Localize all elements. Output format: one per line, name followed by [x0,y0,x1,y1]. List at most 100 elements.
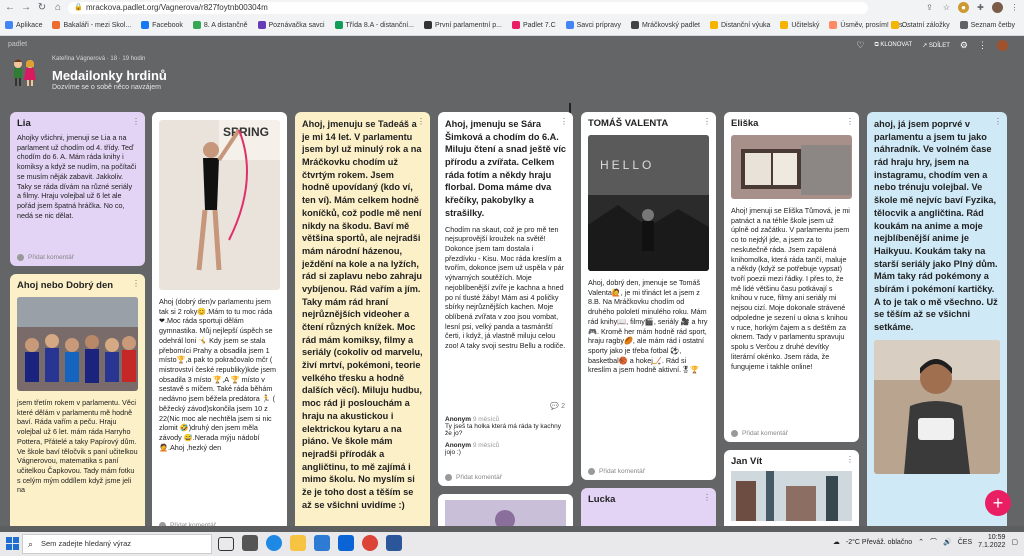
taskbar-search[interactable]: ⌕ Sem zadejte hledaný výraz [22,534,212,554]
post-menu-icon[interactable]: ⋮ [846,117,854,126]
back-icon[interactable]: ← [4,2,16,14]
task-view-icon[interactable] [218,537,234,551]
comment: Anonym 9 měsíců jojo :) [445,442,566,456]
calculator-icon[interactable] [242,535,258,551]
clock[interactable]: 10:59 7.1.2022 [978,534,1005,551]
user-avatar[interactable] [997,40,1008,51]
extension-icon[interactable]: ● [958,2,969,13]
bookmark-other[interactable]: Ostatní záložky [886,21,955,29]
post-partial[interactable] [438,494,573,526]
bookmark-item[interactable]: Facebook [136,21,188,29]
add-comment[interactable]: Přidat komentář [731,430,788,437]
padlet-logo[interactable]: padlet [8,41,27,48]
add-comment[interactable]: Přidat komentář [588,468,645,475]
post-body: Ahoj, jmenuju se Tadeáš a je mi 14 let. … [302,119,423,510]
padlet-icon [424,21,433,29]
puzzle-icon[interactable]: ✚ [975,2,986,13]
post-sara[interactable]: ⋮ Ahoj, jmenuju se Sára Šimková a chodím… [438,112,573,486]
menu-icon[interactable]: ⋮ [1009,2,1020,13]
chevron-up-icon[interactable]: ⌃ [918,538,924,546]
bookmark-item[interactable]: První parlamentní p... [419,21,507,29]
notification-icon[interactable]: ▢ [1011,538,1018,546]
address-bar[interactable]: 🔒 mrackova.padlet.org/Vagnerova/r827foyt… [68,2,868,14]
edge-icon[interactable] [266,535,282,551]
post-title: Lia [17,118,31,129]
post-menu-icon[interactable]: ⋮ [560,117,568,126]
chrome-icon[interactable] [362,535,378,551]
comment-count[interactable]: 💬 2 [550,402,565,410]
post-menu-icon[interactable]: ⋮ [846,455,854,464]
word-icon[interactable] [386,535,402,551]
page-subtitle: Dozvíme se o sobě něco navzájem [52,84,161,91]
comment-text: Ty jseš ta holka která má ráda ty kachny… [445,423,561,437]
reload-icon[interactable]: ↻ [36,2,48,14]
share-button[interactable]: ↗ SDÍLET [922,42,950,49]
bookmark-item[interactable]: Třída 8.A - distanční... [330,21,419,29]
bookmark-item[interactable]: Savci prípravy [561,21,626,29]
url-text: mrackova.padlet.org/Vagnerova/r827foytnb… [86,3,268,12]
windows-start-icon[interactable] [6,537,19,550]
mail-icon[interactable] [338,535,354,551]
post-gymnast[interactable]: SPRING Ahoj (dobrý den)v parlamentu jsem… [152,112,287,526]
volume-icon[interactable]: 🔊 [943,538,952,546]
bookmark-item[interactable]: Distanční výuka [705,21,775,29]
clone-button[interactable]: ⧉ KLONOVAT [874,42,912,49]
explorer-icon[interactable] [290,535,306,551]
comment-author: Anonym [445,416,471,423]
bookmark-item[interactable]: Padlet 7.C [507,21,561,29]
kids-icon [14,59,36,86]
system-tray: ☁ -2°C Převáž. oblačno ⌃ ⌒ 🔊 ČES 10:59 7… [833,534,1018,551]
bookmark-item[interactable]: Aplikace [0,21,47,29]
forms-icon [257,21,266,29]
post-lucka[interactable]: ⋮ Lucka [581,488,716,526]
clock-time: 10:59 [987,534,1006,541]
post-tadeas[interactable]: ⋮ Ahoj, jmenuju se Tadeáš a je mi 14 let… [295,112,430,526]
add-comment[interactable]: Přidat komentář [445,474,502,481]
settings-icon[interactable]: ⚙ [960,40,968,51]
more-icon[interactable]: ⋮ [978,40,987,51]
network-icon[interactable]: ⌒ [930,537,937,547]
bookmark-item[interactable]: Mráčkovský padlet [626,21,705,29]
post-tomas[interactable]: ⋮ TOMÁŠ VALENTA HELLO Ahoj, dobrý den, j… [581,112,716,480]
post-menu-icon[interactable]: ⋮ [417,117,425,126]
post-menu-icon[interactable]: ⋮ [132,117,140,126]
facebook-icon [141,21,150,29]
post-menu-icon[interactable]: ⋮ [703,117,711,126]
home-icon[interactable]: ⌂ [52,2,64,14]
store-icon[interactable] [314,535,330,551]
bookmark-item[interactable]: Bakaláři - mezi Skol... [47,21,136,29]
bakalari-icon [52,21,61,29]
heart-icon[interactable]: ♡ [856,40,864,51]
post-lia[interactable]: ⋮ Lia Ahojky všichni, jmenuji se Lia a n… [10,112,145,266]
language-icon[interactable]: ČES [958,539,972,546]
taskbar: ⌕ Sem zadejte hledaný výraz ☁ -2°C Převá… [0,532,1024,556]
add-comment[interactable]: Přidat komentář [159,522,216,526]
bookmark-item[interactable]: Učitelský [775,21,824,29]
padlet-page: padlet Kateřina Vágnerová · 18 · 19 hodi… [0,36,1024,526]
bookmarks-bar: Aplikace Bakaláři - mezi Skol... Faceboo… [0,17,1024,33]
folder-icon [780,21,789,29]
forward-icon[interactable]: → [20,2,32,14]
post-title: Ahoj nebo Dobrý den [17,280,114,291]
bookmark-reading[interactable]: Seznam četby [955,21,1020,29]
team-photo [17,297,138,391]
post-last[interactable]: ⋮ ahoj, já jsem poprvé v parlamentu a js… [867,112,1007,526]
profile-avatar[interactable] [992,2,1003,13]
weather-text[interactable]: -2°C Převáž. oblačno [846,539,912,546]
comment: Anonym 9 měsíců Ty jseš ta holka která m… [445,416,566,437]
post-eliska[interactable]: ⋮ Eliška Ahoj! jmenuji se Eliška Tůmová,… [724,112,859,442]
plus-icon: + [992,493,1004,513]
post-menu-icon[interactable]: ⋮ [994,117,1002,126]
post-title: Eliška [731,118,759,129]
star-icon[interactable]: ☆ [941,2,952,13]
add-post-button[interactable]: + [985,490,1011,516]
add-comment[interactable]: Přidat komentář [17,254,74,261]
bookmark-item[interactable]: 8. A distančně [188,21,253,29]
post-ahoj[interactable]: ⋮ Ahoj nebo Dobrý den jsem třetím rokem … [10,274,145,526]
jan-photo [731,471,852,521]
post-menu-icon[interactable]: ⋮ [132,279,140,288]
share-icon[interactable]: ⇪ [924,2,935,13]
post-jan[interactable]: ⋮ Jan Vít [724,450,859,526]
bookmark-item[interactable]: Poznávačka savci [253,21,330,29]
post-menu-icon[interactable]: ⋮ [703,493,711,502]
